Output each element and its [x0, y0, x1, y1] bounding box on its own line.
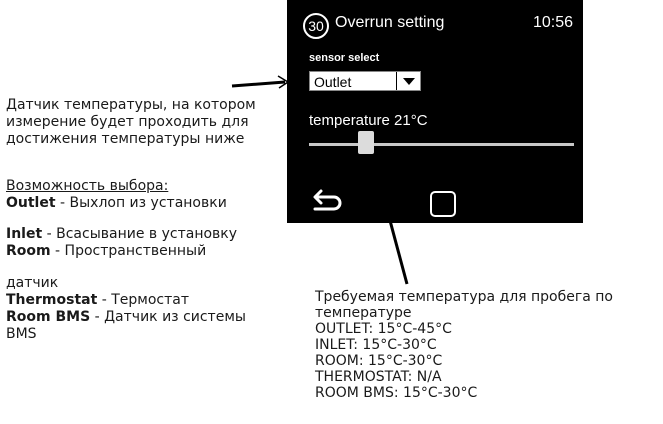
- arrow-to-slider: [370, 160, 409, 285]
- temp-range-room-bms: ROOM BMS: 15°C-30°C: [315, 385, 478, 401]
- temp-range-thermostat: THERMOSTAT: N/A: [315, 369, 442, 385]
- option-thermostat: Thermostat - Термостат: [6, 292, 190, 308]
- temp-range-outlet: OUTLET: 15°C-45°C: [315, 321, 452, 337]
- option-room: Room - Пространственный: [6, 243, 207, 259]
- temp-range-inlet: INLET: 15°C-30°C: [315, 337, 437, 353]
- option-room-bms-cont: BMS: [6, 326, 37, 342]
- option-inlet: Inlet - Всасывание в установку: [6, 226, 238, 242]
- temp-range-line: Требуемая температура для пробега по: [315, 289, 613, 305]
- arrow-to-sensor-select: [231, 75, 290, 89]
- sensor-description: Датчик температуры, на котором измерение…: [6, 97, 256, 147]
- options-heading: Возможность выбора:: [6, 178, 169, 194]
- option-room-bms: Room BMS - Датчик из системы: [6, 309, 246, 325]
- option-outlet: Outlet - Выхлоп из установки: [6, 195, 227, 211]
- temp-range-line: температуре: [315, 305, 412, 321]
- temp-range-room: ROOM: 15°C-30°C: [315, 353, 443, 369]
- option-room-cont: датчик: [6, 275, 59, 291]
